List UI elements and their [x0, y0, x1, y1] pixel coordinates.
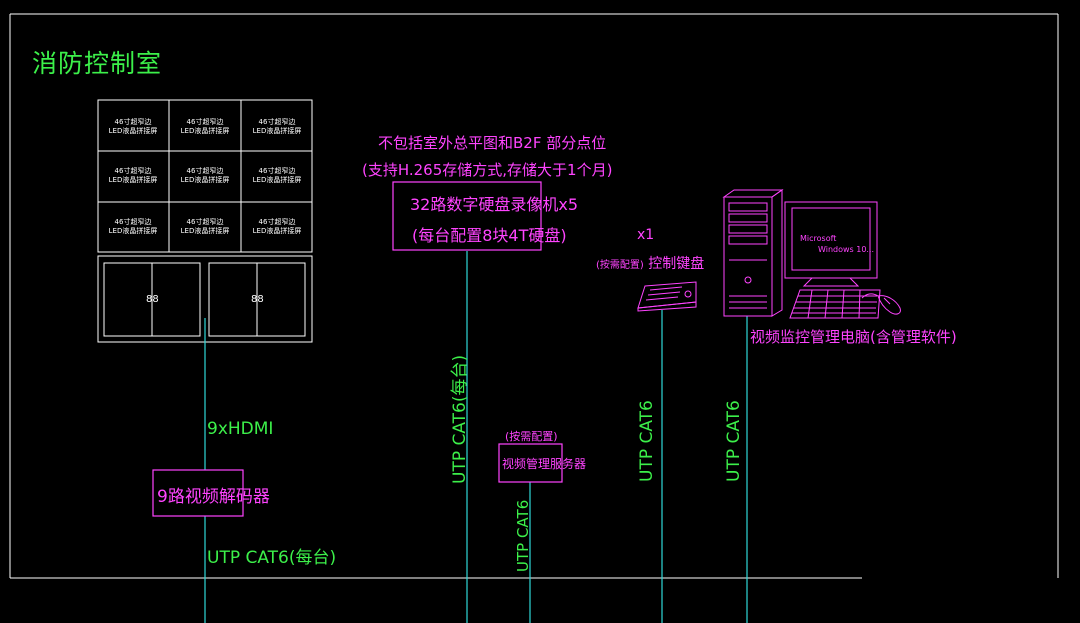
nvr-note-line2: (支持H.265存储方式,存储大于1个月)	[362, 161, 613, 179]
cabinet-handle: 88	[146, 294, 159, 305]
pc-cable-label: UTP CAT6	[724, 400, 744, 482]
mouse-icon	[861, 293, 901, 315]
screen-cell: 46寸超窄边 LED液晶拼接屏	[252, 218, 302, 235]
nvr-label-line1: 32路数字硬盘录像机x5	[410, 195, 579, 214]
screen-cell: 46寸超窄边 LED液晶拼接屏	[180, 218, 230, 235]
screen-cell: 46寸超窄边 LED液晶拼接屏	[108, 218, 158, 235]
screen-cell: 46寸超窄边 LED液晶拼接屏	[252, 167, 302, 184]
computer-tower-icon	[722, 189, 784, 317]
keyboard-cable-label: UTP CAT6	[637, 400, 657, 482]
monitor-screen-line2: Windows 10...	[818, 245, 875, 254]
decoder-label: 9路视频解码器	[157, 487, 270, 507]
nvr-note-line1: 不包括室外总平图和B2F 部分点位	[378, 134, 607, 152]
keyboard-icon	[637, 281, 697, 312]
monitor-icon	[784, 201, 878, 287]
cad-drawing	[9, 13, 1059, 623]
screen-cell: 46寸超窄边 LED液晶拼接屏	[252, 118, 302, 135]
room-title: 消防控制室	[32, 49, 163, 78]
server-note: (按需配置)	[505, 430, 558, 443]
keyboard-caption: (按需配置) 控制键盘	[596, 253, 704, 273]
screen-cell: 46寸超窄边 LED液晶拼接屏	[108, 167, 158, 184]
nvr-cable-label: UTP CAT6(每台)	[450, 354, 470, 484]
screen-cell: 46寸超窄边 LED液晶拼接屏	[180, 118, 230, 135]
pc-label: 视频监控管理电脑(含管理软件)	[750, 328, 957, 346]
server-cable-label: UTP CAT6	[514, 499, 532, 572]
screen-cell: 46寸超窄边 LED液晶拼接屏	[180, 167, 230, 184]
screen-cell: 46寸超窄边 LED液晶拼接屏	[108, 118, 158, 135]
cabinet-handle: 88	[251, 294, 264, 305]
hdmi-label: 9xHDMI	[207, 419, 274, 439]
keyboard-label: 控制键盘	[648, 256, 705, 272]
keyboard-quantity: x1	[637, 227, 655, 243]
server-label: 视频管理服务器	[502, 457, 587, 471]
decoder-cable-label: UTP CAT6(每台)	[207, 548, 337, 568]
keyboard-note: (按需配置)	[596, 260, 644, 271]
monitor-screen-line1: Microsoft	[800, 234, 837, 243]
nvr-label-line2: (每台配置8块4T硬盘)	[412, 226, 567, 245]
